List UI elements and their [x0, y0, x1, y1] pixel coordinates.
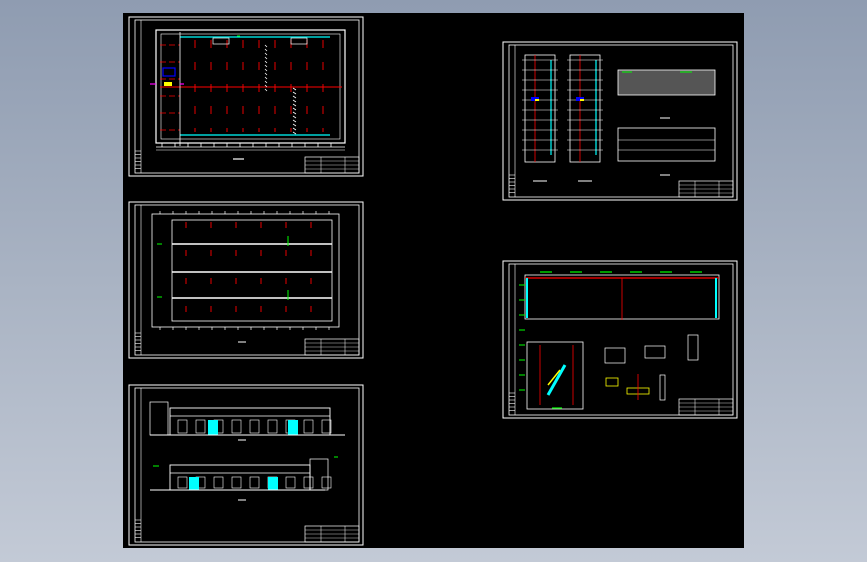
- drawing-sheet-elevations[interactable]: [128, 384, 364, 546]
- cad-line: [292, 103, 297, 107]
- detail: [687, 334, 699, 361]
- cad-line: [264, 44, 268, 48]
- cad-line: [292, 99, 297, 103]
- marker: [580, 99, 584, 101]
- cad-line: [292, 131, 297, 135]
- footing: [605, 377, 619, 387]
- detail: [659, 374, 666, 401]
- cad-line: [264, 60, 268, 64]
- sheet-outer-border: [502, 260, 738, 419]
- cad-line: [292, 95, 297, 99]
- title-block: [678, 180, 734, 198]
- cad-line: [292, 119, 297, 123]
- cad-line: [264, 88, 268, 92]
- glass-door: [288, 420, 298, 435]
- sheet-outer-border: [128, 16, 364, 177]
- sheet-outer-border: [502, 41, 738, 201]
- furniture-block: [162, 67, 176, 77]
- side-block: [149, 401, 169, 436]
- glass-door: [189, 477, 199, 490]
- window: [303, 419, 314, 434]
- window: [195, 419, 206, 434]
- cad-line: [264, 76, 268, 80]
- window: [321, 476, 332, 489]
- cad-line: [292, 127, 297, 131]
- roof-inner: [171, 219, 333, 322]
- section-b: [617, 127, 716, 162]
- section-a: [617, 69, 716, 96]
- sheet-outer-border: [128, 201, 364, 359]
- cad-model-space[interactable]: [123, 13, 744, 548]
- detail: [604, 347, 626, 364]
- cad-line: [264, 48, 268, 52]
- window: [249, 419, 260, 434]
- glass-door: [268, 477, 278, 490]
- detail: [644, 345, 666, 359]
- title-block: [304, 156, 360, 174]
- cad-line: [264, 80, 268, 84]
- window: [213, 476, 224, 489]
- sheet-inner-border: [508, 263, 734, 416]
- cad-line: [264, 64, 268, 68]
- cad-line: [264, 72, 268, 76]
- cad-line: [264, 56, 268, 60]
- title-block: [304, 525, 360, 543]
- window: [231, 419, 242, 434]
- drawing-canvas[interactable]: [123, 13, 744, 548]
- drawing-sheet-stair-plans[interactable]: [502, 41, 738, 201]
- drawing-sheet-floor-plan[interactable]: [128, 16, 364, 177]
- cad-line: [264, 52, 268, 56]
- window: [231, 476, 242, 489]
- drawing-sheet-section-details[interactable]: [502, 260, 738, 419]
- cad-line: [292, 107, 297, 111]
- sheet-inner-border: [508, 44, 734, 198]
- glass-door: [208, 420, 218, 435]
- drawing-sheet-roof-plan[interactable]: [128, 201, 364, 359]
- cad-line: [292, 91, 297, 95]
- window: [267, 419, 278, 434]
- highlight-block: [164, 82, 172, 86]
- cad-line: [292, 123, 297, 127]
- title-block: [304, 338, 360, 356]
- cad-rect: [290, 37, 308, 45]
- window: [285, 476, 296, 489]
- cad-line: [292, 111, 297, 115]
- window: [303, 476, 314, 489]
- cad-line: [292, 87, 297, 91]
- cad-line: [264, 68, 268, 72]
- cad-line: [292, 115, 297, 119]
- window: [249, 476, 260, 489]
- window: [177, 419, 188, 434]
- cad-line: [546, 364, 567, 396]
- title-block: [678, 398, 734, 416]
- sheet-inner-border: [134, 204, 360, 356]
- window: [177, 476, 188, 489]
- marker: [535, 99, 539, 101]
